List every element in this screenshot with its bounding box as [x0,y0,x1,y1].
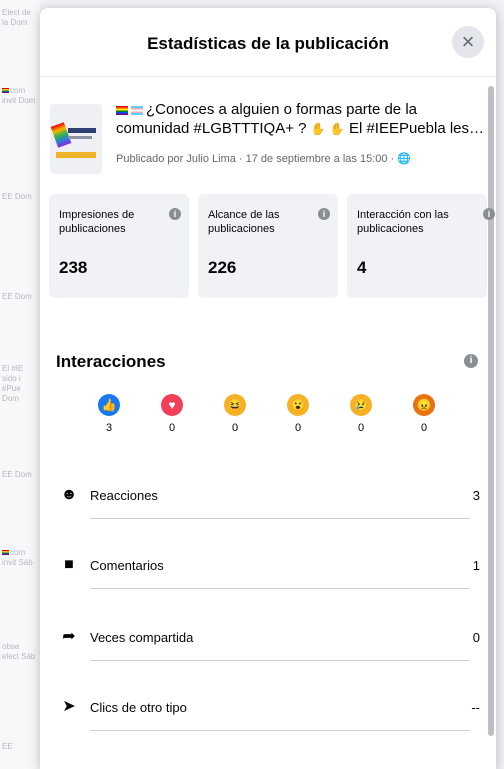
reaction-count: 0 [357,422,365,434]
feed-item[interactable]: EE Dom [2,292,36,302]
metric-comments: ■ Comentarios 1 [56,548,480,588]
pride-flag-icon [2,88,9,93]
feed-item[interactable]: com invit Sáb [2,548,36,568]
like-icon: 👍 [98,394,120,416]
reaction-angry: 😠 0 [409,394,439,434]
feed-item-text: EE [2,742,13,751]
background-feed: Elect de la Dom com invit Dom EE Dom EE … [0,0,40,769]
metric-value: 0 [472,630,480,645]
love-icon: ♥ [161,394,183,416]
summary-cards: Impresiones de publicaciones i 238 Alcan… [49,194,496,300]
share-icon: ➦ [62,628,76,645]
post-text-line: ¿Conoces a alguien o formas parte de la [146,101,417,118]
reaction-sad: 😢 0 [346,394,376,434]
metric-shares: ➦ Veces compartida 0 [56,620,480,660]
post-preview[interactable]: ¿Conoces a alguien o formas parte de la … [50,100,486,190]
feed-item-text: Elect de la Dom [2,8,31,27]
metric-label: Veces compartida [90,630,194,645]
card-label: Interacción con las publicaciones [357,209,449,235]
trans-flag-icon [131,105,143,115]
sad-icon: 😢 [350,394,372,416]
reach-card: Alcance de las publicaciones i 226 [198,194,338,298]
card-label: Impresiones de publicaciones [59,209,135,235]
dialog-title: Estadísticas de la publicación [147,34,389,53]
metric-label: Clics de otro tipo [90,700,187,715]
feed-item-text: EE Dom [2,470,32,479]
cursor-icon: ➤ [62,698,76,715]
info-icon[interactable]: i [169,208,181,220]
feed-item-text: EE Dom [2,292,32,301]
metric-reactions: ☻ Reacciones 3 [56,478,480,518]
feed-item-text: El #IE sido i #Pue Dom [2,364,24,403]
metric-label: Comentarios [90,558,164,573]
globe-icon: 🌐 [397,153,411,165]
reaction-count: 0 [231,422,239,434]
divider [90,588,470,589]
reaction-count: 3 [105,422,113,434]
metric-value: -- [471,700,480,715]
reaction-haha: 😆 0 [220,394,250,434]
metric-label: Reacciones [90,488,158,503]
card-value: 238 [59,258,88,277]
pride-flag-icon [2,550,9,555]
post-thumbnail [50,104,102,174]
dialog-header: Estadísticas de la publicación × [40,8,496,77]
scrollbar[interactable] [488,86,494,736]
comment-icon: ■ [64,556,74,573]
reaction-love: ♥ 0 [157,394,187,434]
reaction-like: 👍 3 [94,394,124,434]
feed-item[interactable]: Elect de la Dom [2,8,36,28]
feed-item[interactable]: EE Dom [2,192,36,202]
post-meta-text: Publicado por Julio Lima · 17 de septiem… [116,153,395,165]
metric-value: 3 [472,488,480,503]
card-value: 226 [208,258,237,277]
impressions-card: Impresiones de publicaciones i 238 [49,194,189,298]
raised-hands-icon: ✋ [310,122,326,136]
divider [90,518,470,519]
interactions-title: Interacciones [56,352,166,371]
feed-item[interactable]: EE Dom [2,470,36,480]
post-insights-dialog: Estadísticas de la publicación × ¿Conoce… [40,8,496,769]
raised-hands-icon: ✋ [329,122,345,136]
pride-flag-icon [116,105,128,115]
reaction-breakdown: 👍 3 ♥ 0 😆 0 😮 0 😢 0 😠 0 [94,394,454,454]
feed-item[interactable]: EE [2,742,36,752]
reaction-wow: 😮 0 [283,394,313,434]
metric-other-clicks: ➤ Clics de otro tipo -- [56,690,480,730]
feed-item-text: EE Dom [2,192,32,201]
info-icon[interactable]: i [464,354,478,368]
post-text: ¿Conoces a alguien o formas parte de la … [116,100,486,139]
close-button[interactable]: × [452,26,484,58]
feed-item[interactable]: obse elect Sáb [2,642,36,662]
metric-value: 1 [472,558,480,573]
feed-item-text: obse elect Sáb [2,642,36,661]
haha-icon: 😆 [224,394,246,416]
post-meta: Publicado por Julio Lima · 17 de septiem… [116,152,411,165]
post-text-line: comunidad #LGBTTTIQA+ ? [116,120,307,137]
reaction-count: 0 [294,422,302,434]
post-text-line: El #IEEPuebla les invi... [348,120,486,137]
reaction-count: 0 [420,422,428,434]
info-icon[interactable]: i [318,208,330,220]
wow-icon: 😮 [287,394,309,416]
angry-icon: 😠 [413,394,435,416]
divider [90,660,470,661]
feed-item[interactable]: com invit Dom [2,86,36,106]
card-value: 4 [357,258,367,277]
reaction-count: 0 [168,422,176,434]
close-icon: × [461,29,475,54]
smiley-icon: ☻ [60,486,78,503]
card-label: Alcance de las publicaciones [208,209,280,235]
feed-item[interactable]: El #IE sido i #Pue Dom [2,364,36,404]
divider [90,730,470,731]
engagement-card: Interacción con las publicaciones i 4 [347,194,495,298]
info-icon[interactable]: i [483,208,495,220]
